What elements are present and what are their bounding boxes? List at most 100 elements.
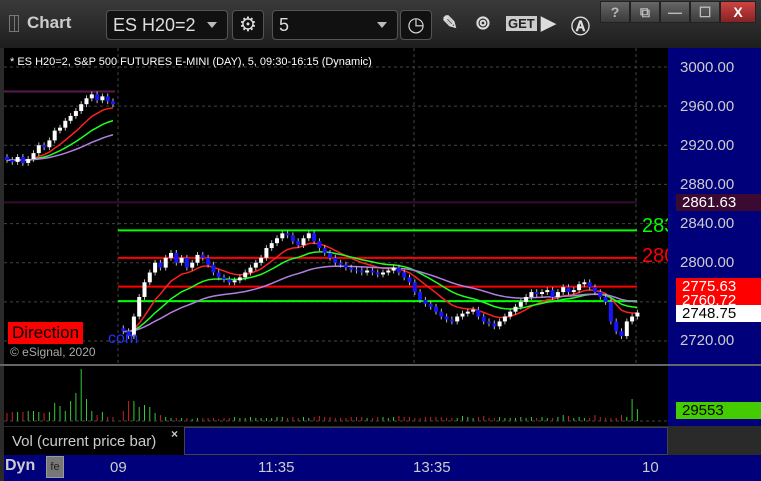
candle-body [105,96,110,102]
candle-body [169,252,173,258]
candle-body [370,270,375,273]
alert-icon[interactable]: Ⓐ [571,12,590,39]
volume-label: Vol (current price bar) [12,433,157,450]
candle-body [577,284,582,291]
candle-body [15,157,20,162]
interval-value: 5 [279,15,290,35]
pencil-icon[interactable]: ✎ [442,12,458,35]
candle-body [449,319,454,322]
candle-body [428,303,433,307]
candle-body [434,306,438,312]
candle-body [100,96,105,101]
candle-body [386,270,391,273]
candle-body [619,331,624,337]
price-axis[interactable]: 3000.00 2960.00 2920.00 2880.00 2840.00 … [668,48,761,364]
candle-body [296,241,301,246]
candle-body [243,272,248,278]
copyright: © eSignal, 2020 [10,345,96,359]
candle-body [328,252,332,258]
candle-body [593,287,597,293]
price-tick: 2720.00 [680,332,735,349]
time-axis[interactable]: Dyn fe 09 11:35 13:35 10 [4,455,761,481]
candle-body [36,145,41,154]
settings-gear-button[interactable]: ⚙ [232,10,264,40]
candle-body [84,98,89,105]
moving-average-line [123,251,638,333]
close-button[interactable]: X [720,1,756,23]
maximize-button[interactable]: ☐ [690,1,720,23]
candle-body [190,262,195,268]
price-tick: 3000.00 [680,59,735,76]
symbol-value: ES H20=2 [113,15,196,35]
price-tag-last: 2748.75 [676,305,761,322]
candle-body [365,270,370,273]
link-button[interactable]: ⧉ [630,1,660,23]
watermark-suffix: com [108,330,139,347]
candle-body [471,309,476,312]
candle-body [608,301,613,322]
app-title: Chart [27,13,72,32]
candle-body [211,264,216,273]
candle-body [497,321,502,327]
minimize-button[interactable]: — [660,1,690,23]
candle-body [407,277,412,283]
time-label: 11:35 [258,459,295,476]
candle-body [58,127,62,131]
candle-body [264,248,269,258]
candle-body [26,158,31,163]
candle-body [624,321,629,337]
candle-body [5,157,9,160]
candle-body [635,312,640,317]
price-chart[interactable]: * ES H20=2, S&P 500 FUTURES E-MINI (DAY)… [4,48,675,364]
volume-plot [4,369,668,422]
candle-body [349,267,354,270]
study-icon[interactable]: ⊚ [475,12,491,35]
clock-icon: ◷ [407,14,425,36]
candle-body [253,262,258,268]
candle-body [95,94,100,101]
volume-pane[interactable] [4,366,668,426]
candle-body [354,269,359,271]
candle-body [545,290,550,293]
interval-select[interactable]: 5 [272,10,398,40]
get-data-icon[interactable]: GET [506,16,537,31]
candle-body [301,238,306,246]
candle-body [317,241,322,249]
candle-body [338,262,343,265]
candle-body [174,252,179,263]
candle-body [216,272,221,278]
time-button[interactable]: ◷ [400,10,432,40]
candle-body [555,292,560,297]
candle-body [200,254,205,258]
watermark-logo: Direction [8,322,84,344]
candle-body [534,292,539,295]
candle-body [42,145,47,148]
close-icon[interactable]: × [171,427,178,441]
chevron-down-icon [377,22,387,28]
candle-body [455,316,460,322]
candle-body [396,267,401,273]
candle-body [502,316,507,322]
candle-body [195,254,200,263]
candle-body [540,292,544,295]
candle-body [343,264,348,268]
candle-body [52,130,57,141]
candle-body [598,292,603,297]
help-button[interactable]: ? [600,1,630,23]
candle-body [439,311,444,317]
lock-icon[interactable]: fe [46,456,64,478]
candle-body [312,233,317,242]
candle-body [518,301,523,307]
candle-body [306,233,311,239]
candle-body [524,296,529,302]
symbol-select[interactable]: ES H20=2 [106,10,228,40]
candle-body [227,279,232,283]
play-icon[interactable]: ▶ [541,12,556,35]
candle-body [375,272,380,275]
candle-body [147,272,152,283]
candle-body [111,101,115,105]
gear-icon: ⚙ [239,14,257,36]
candle-body [10,159,15,162]
candle-body [402,272,407,278]
moving-average-line [123,242,638,333]
